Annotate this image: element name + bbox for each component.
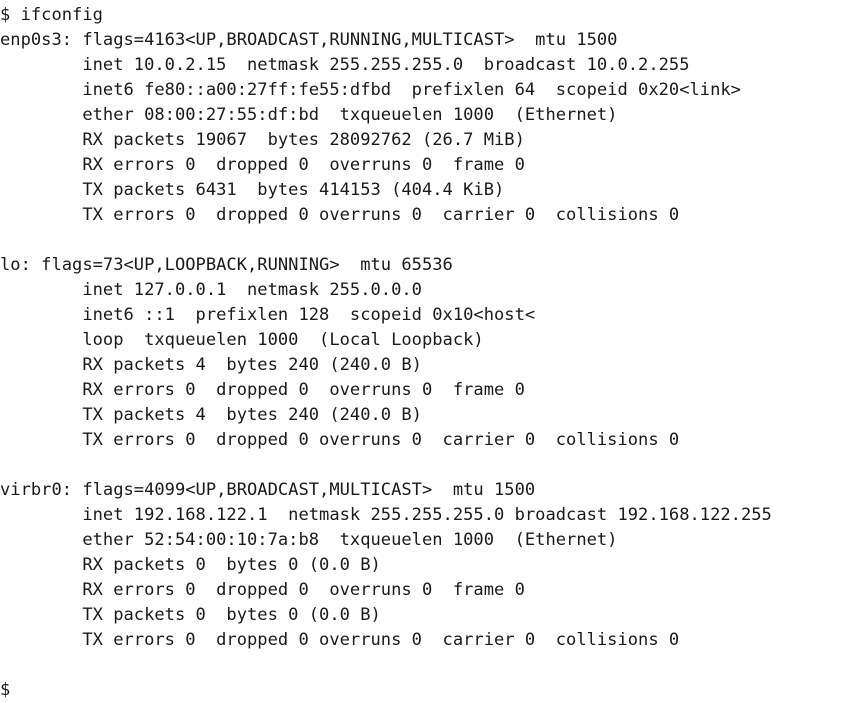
terminal-output-line: RX errors 0 dropped 0 overruns 0 frame 0 — [0, 380, 525, 400]
terminal-output-line: inet6 ::1 prefixlen 128 scopeid 0x10<hos… — [0, 305, 536, 325]
terminal-output-line: TX errors 0 dropped 0 overruns 0 carrier… — [0, 430, 680, 450]
terminal-output-line: TX packets 0 bytes 0 (0.0 B) — [0, 605, 381, 625]
terminal-output-line: RX packets 0 bytes 0 (0.0 B) — [0, 555, 381, 575]
terminal-output-line: ether 52:54:00:10:7a:b8 txqueuelen 1000 … — [0, 530, 618, 550]
terminal-output-line: enp0s3: flags=4163<UP,BROADCAST,RUNNING,… — [0, 30, 618, 50]
terminal-prompt-line: $ — [0, 680, 11, 700]
terminal-output-pane[interactable]: $ ifconfig enp0s3: flags=4163<UP,BROADCAS… — [0, 0, 843, 702]
terminal-output-line: inet 127.0.0.1 netmask 255.0.0.0 — [0, 280, 422, 300]
terminal-output-line: TX packets 6431 bytes 414153 (404.4 KiB) — [0, 180, 505, 200]
terminal-output-line: inet 192.168.122.1 netmask 255.255.255.0… — [0, 505, 772, 525]
terminal-output-line: lo: flags=73<UP,LOOPBACK,RUNNING> mtu 65… — [0, 255, 453, 275]
terminal-output-line: TX errors 0 dropped 0 overruns 0 carrier… — [0, 205, 680, 225]
terminal-output-line: RX packets 4 bytes 240 (240.0 B) — [0, 355, 422, 375]
terminal-output-line: TX errors 0 dropped 0 overruns 0 carrier… — [0, 630, 680, 650]
terminal-output-line: loop txqueuelen 1000 (Local Loopback) — [0, 330, 484, 350]
terminal-output-line: inet6 fe80::a00:27ff:fe55:dfbd prefixlen… — [0, 80, 741, 100]
terminal-output-line: RX errors 0 dropped 0 overruns 0 frame 0 — [0, 580, 525, 600]
terminal-prompt-line: $ ifconfig — [0, 5, 103, 25]
terminal-output-line: ether 08:00:27:55:df:bd txqueuelen 1000 … — [0, 105, 618, 125]
terminal-output-line: TX packets 4 bytes 240 (240.0 B) — [0, 405, 422, 425]
terminal-output-line: inet 10.0.2.15 netmask 255.255.255.0 bro… — [0, 55, 690, 75]
terminal-output-line: RX packets 19067 bytes 28092762 (26.7 Mi… — [0, 130, 525, 150]
terminal-output-line: RX errors 0 dropped 0 overruns 0 frame 0 — [0, 155, 525, 175]
terminal-output-line: virbr0: flags=4099<UP,BROADCAST,MULTICAS… — [0, 480, 536, 500]
